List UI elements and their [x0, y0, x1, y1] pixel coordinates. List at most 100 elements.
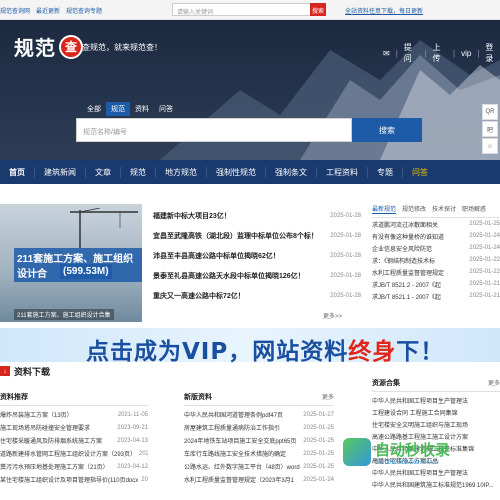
- nav-mandatory-clauses[interactable]: 强制条文: [266, 166, 317, 178]
- resources-header: ↓ 资料下载: [0, 364, 360, 378]
- tab-latest-standards[interactable]: 最新规范: [372, 204, 397, 214]
- column-header: 资料推荐: [0, 392, 148, 406]
- site-logo[interactable]: 规范 查: [14, 32, 83, 61]
- search-tabs: 全部 规范 资料 问答: [82, 102, 178, 116]
- tab-all[interactable]: 全部: [82, 102, 106, 116]
- list-item[interactable]: 企业信息安全风险防范 2025-01-24: [372, 242, 500, 254]
- hero-section: 规范 查 查规范，就来规范查！ ✉ | 提问 | 上传 | vip | 登录 全…: [0, 20, 500, 160]
- top-link-home[interactable]: 规范查询网: [0, 6, 30, 15]
- tab-standard-changes[interactable]: 规范修改: [402, 204, 426, 214]
- download-icon: ↓: [0, 366, 10, 376]
- watermark-logo-icon: [343, 438, 371, 466]
- right-news-panel: 最新规范 规范修改 技术探讨 职场解惑 求道鹏河流过冰敷面相关 2025-01-2…: [372, 204, 500, 302]
- main-search-input[interactable]: 规范名称/编号: [76, 118, 352, 142]
- site-slogan: 查规范，就来规范查！: [82, 43, 162, 52]
- tab-tech-discussion[interactable]: 技术探讨: [432, 204, 456, 214]
- list-item[interactable]: 某住宅楼施工组织设计及项目管理指导价(110页docx2023-09-01: [0, 473, 148, 486]
- tab-qa[interactable]: 问答: [154, 102, 178, 116]
- news-item[interactable]: 景泰至礼县高速公路天水段中标单位揭晓126亿！ 2025-01-28: [153, 266, 361, 286]
- favorite-icon[interactable]: ☆: [482, 138, 498, 154]
- news-more-link[interactable]: 更多>>: [323, 311, 342, 320]
- top-utility-bar: 规范查询网 最近更新 规范查询专题 请输入关键词 搜索 全站资料任意下载，每日更…: [0, 0, 500, 20]
- qr-code-icon[interactable]: QR: [482, 104, 498, 120]
- list-item[interactable]: 住宅楼安全文明施工组织与施工现场: [372, 418, 500, 430]
- news-list: 福建新中标大项目23亿！ 2025-01-28 宜昌至武隆高铁（湖北段）监理中标单…: [153, 206, 361, 306]
- news-date: 2025-01-28: [330, 253, 361, 259]
- list-item[interactable]: 中华人民共和国工程项目生产管理法: [372, 394, 500, 406]
- mail-icon[interactable]: ✉: [383, 49, 390, 58]
- list-item[interactable]: 求道鹏河流过冰敷面相关 2025-01-25: [372, 218, 500, 230]
- list-item[interactable]: 道路新建排水管网工程施工组织设计方案（293页）2021-12-21: [0, 447, 148, 460]
- news-title[interactable]: 沛县至丰县高速公路中标单位揭晓62亿！: [153, 251, 280, 261]
- watermark-text: 自动秒收录: [375, 441, 451, 459]
- nav-building-news[interactable]: 建筑新闻: [35, 166, 86, 178]
- vip-banner[interactable]: 点击成为VIP，网站资料终身下！: [0, 328, 500, 365]
- news-title[interactable]: 景泰至礼县高速公路天水段中标单位揭晓126亿！: [153, 271, 305, 281]
- watermark-overlay: 自动秒收录 ZIDONGMIAOSHOULU: [343, 432, 480, 472]
- forum-icon[interactable]: 吧: [482, 121, 498, 137]
- right-news-tabs: 最新规范 规范修改 技术探讨 职场解惑: [372, 204, 500, 218]
- upload-link[interactable]: 上传: [432, 42, 447, 64]
- news-title[interactable]: 重庆又一高速公路中标72亿！: [153, 291, 245, 301]
- news-title[interactable]: 福建新中标大项目23亿！: [153, 211, 231, 221]
- column-header: 新版资料 更多: [184, 392, 334, 406]
- main-nav: 首页 建筑新闻 文章 规范 地方规范 强制性规范 强制条文 工程资料 专题 问答: [0, 160, 500, 184]
- list-item[interactable]: 公路水运、红外数字施工平台（48页）word 2025-01-25: [184, 460, 334, 473]
- news-date: 2025-01-28: [330, 293, 361, 299]
- list-item[interactable]: 中华人民共和国河道管理条例pdf47页 2025-01-27: [184, 408, 334, 421]
- list-item[interactable]: 中华人民共和国建筑施工标准规范1969 10ΙP...: [372, 478, 500, 490]
- nav-topics[interactable]: 专题: [368, 166, 403, 178]
- login-link[interactable]: 登录: [485, 42, 500, 64]
- list-item[interactable]: 求：《钢结构制造技术标 2025-01-22: [372, 254, 500, 266]
- side-tools: QR 吧 ☆: [482, 104, 500, 155]
- new-resources: 新版资料 更多 中华人民共和国河道管理条例pdf47页 2025-01-27 房屋建…: [184, 392, 334, 486]
- nav-engineering-materials[interactable]: 工程资料: [317, 166, 368, 178]
- vip-banner-text: 点击成为VIP，网站资料终身下！: [86, 339, 445, 365]
- list-item[interactable]: 2024年地铁车站项目施工安全交底ppt65页 2025-01-25: [184, 434, 334, 447]
- news-item[interactable]: 宜昌至武隆高铁（湖北段）监理中标单位公布8个标！ 2025-01-28: [153, 226, 361, 246]
- nav-qa[interactable]: 问答: [403, 167, 437, 178]
- news-item[interactable]: 重庆又一高速公路中标72亿！ 2025-01-28: [153, 286, 361, 306]
- list-item[interactable]: 施工现场塔吊防碰撞安全管理要求 2023-09-21: [0, 421, 148, 434]
- list-item[interactable]: 爆炸吊装施工方案（13页） 2021-11-05: [0, 408, 148, 421]
- list-item[interactable]: 求JB/T 8521.2 - 2007《起 2025-01-21: [372, 278, 500, 290]
- tab-career[interactable]: 职场解惑: [462, 204, 486, 214]
- nav-home[interactable]: 首页: [0, 166, 35, 178]
- ask-link[interactable]: 提问: [404, 42, 419, 64]
- promo-banner-image[interactable]: 211套施工方案、施工组织设计合 (599.53M) 211套施工方案、施工组织…: [0, 204, 142, 322]
- nav-local-standards[interactable]: 地方规范: [156, 166, 207, 178]
- list-item[interactable]: 住宅楼采暖通风及防排烟系统施工方案 2023-04-13: [0, 434, 148, 447]
- tab-materials[interactable]: 资料: [130, 102, 154, 116]
- news-date: 2025-01-28: [330, 233, 361, 239]
- nav-mandatory-standards[interactable]: 强制性规范: [207, 166, 266, 178]
- tab-standards[interactable]: 规范: [106, 102, 130, 116]
- top-notice-link[interactable]: 全站资料任意下载，每日更新: [345, 6, 423, 15]
- nav-articles[interactable]: 文章: [86, 166, 121, 178]
- news-date: 2025-01-28: [330, 273, 361, 279]
- news-item[interactable]: 福建新中标大项目23亿！ 2025-01-28: [153, 206, 361, 226]
- more-link[interactable]: 更多: [322, 392, 334, 402]
- more-link[interactable]: 更多: [488, 378, 500, 388]
- news-title[interactable]: 宜昌至武隆高铁（湖北段）监理中标单位公布8个标！: [153, 231, 318, 241]
- list-item[interactable]: 求JB/T 8521.1 - 2007《起 2025-01-21: [372, 290, 500, 302]
- list-item[interactable]: 水利工程质量监督管理规定（2023年3月1 2025-01-24: [184, 473, 334, 486]
- top-link-latest[interactable]: 最近更新: [36, 6, 60, 15]
- promo-banner-size: (599.53M): [60, 264, 112, 279]
- top-link-topics[interactable]: 规范查询专题: [66, 6, 102, 15]
- top-links: 规范查询网 最近更新 规范查询专题: [0, 6, 102, 15]
- list-item[interactable]: 水利工程质量监督管理规定 2025-01-22: [372, 266, 500, 278]
- user-links: ✉ | 提问 | 上传 | vip | 登录: [383, 42, 500, 64]
- top-search-button[interactable]: 搜索: [310, 3, 326, 16]
- news-item[interactable]: 沛县至丰县高速公路中标单位揭晓62亿！ 2025-01-28: [153, 246, 361, 266]
- vip-link[interactable]: vip: [461, 49, 471, 58]
- list-item[interactable]: 工程建设合同 工程施工合同集锦: [372, 406, 500, 418]
- list-item[interactable]: 房屋建筑工程质量通病防治工作指引 2025-01-25: [184, 421, 334, 434]
- list-item[interactable]: 粪污污水预压地基处理施工方案（21页） 2023-04-12: [0, 460, 148, 473]
- top-search-input[interactable]: 请输入关键词: [172, 3, 312, 16]
- promo-banner-caption: 211套施工方案、施工组织设计合集: [14, 309, 114, 320]
- nav-standards[interactable]: 规范: [121, 166, 156, 178]
- main-search-button[interactable]: 搜索: [352, 118, 422, 142]
- list-item[interactable]: 有没有像这种量桥的谁知道 2025-01-24: [372, 230, 500, 242]
- list-item[interactable]: 车库行车路线施工安全技术措施的确定 2025-01-25: [184, 447, 334, 460]
- news-date: 2025-01-28: [330, 213, 361, 219]
